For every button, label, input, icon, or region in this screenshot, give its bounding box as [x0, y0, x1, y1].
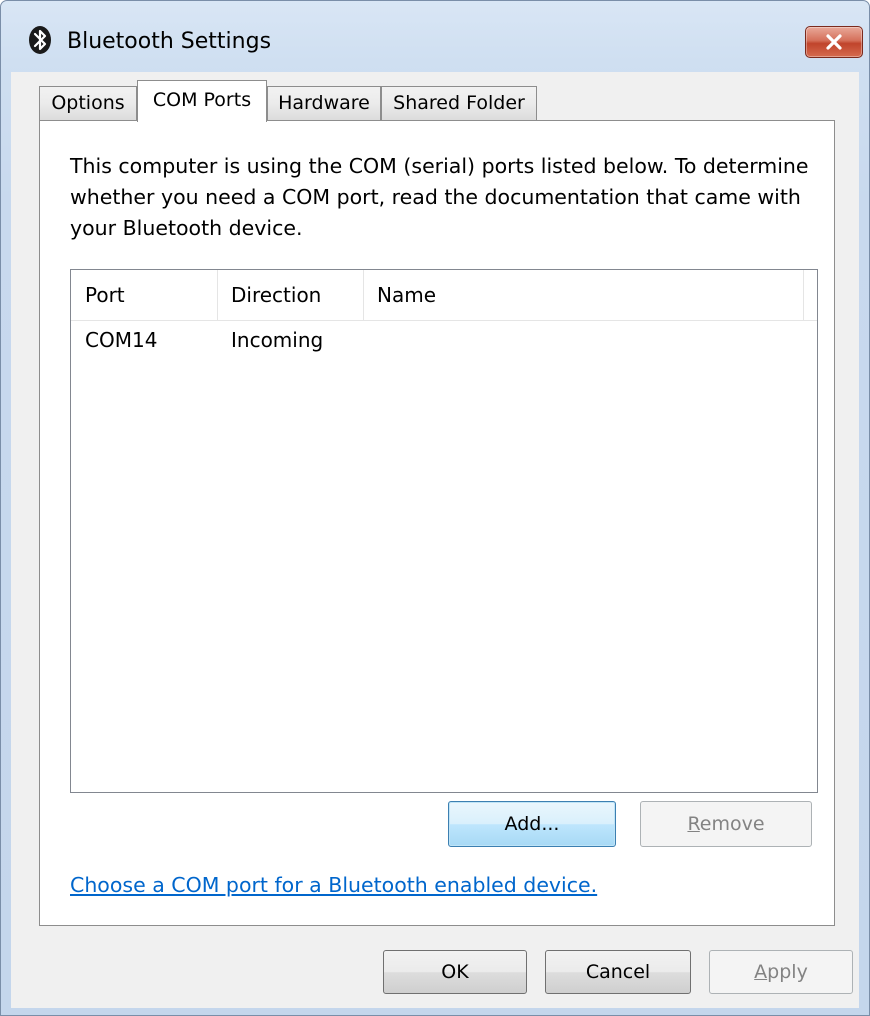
ports-list-header: Port Direction Name	[71, 270, 817, 321]
description-text: This computer is using the COM (serial) …	[70, 154, 809, 240]
column-header-direction[interactable]: Direction	[231, 270, 321, 320]
table-row[interactable]: COM14 Incoming	[71, 322, 817, 362]
port-cell: COM14	[85, 328, 158, 352]
column-separator[interactable]	[803, 270, 804, 320]
tab-hardware[interactable]: Hardware	[267, 86, 381, 120]
tab-com-ports[interactable]: COM Ports	[137, 80, 267, 122]
ok-button[interactable]: OK	[383, 950, 527, 994]
remove-label-rest: emove	[699, 813, 765, 835]
tab-options[interactable]: Options	[39, 86, 137, 120]
dialog-client-area: Options COM Ports Hardware Shared Folder…	[11, 72, 859, 1008]
bluetooth-icon	[27, 25, 53, 55]
bluetooth-settings-window: Bluetooth Settings Options COM Ports Har…	[0, 0, 870, 1016]
ports-list[interactable]: Port Direction Name COM14 Incoming	[70, 269, 818, 793]
apply-label-rest: pply	[767, 961, 808, 983]
window-title: Bluetooth Settings	[67, 29, 272, 54]
com-ports-panel: This computer is using the COM (serial) …	[39, 120, 835, 926]
direction-cell: Incoming	[231, 328, 324, 352]
remove-mnemonic: R	[687, 813, 700, 835]
close-icon	[826, 34, 842, 50]
tab-shared-folder[interactable]: Shared Folder	[381, 86, 537, 120]
title-bar[interactable]: Bluetooth Settings	[1, 1, 869, 71]
column-separator[interactable]	[217, 270, 218, 320]
cancel-button[interactable]: Cancel	[545, 950, 691, 994]
column-header-port[interactable]: Port	[85, 270, 125, 320]
remove-button[interactable]: Remove	[640, 801, 812, 847]
add-button[interactable]: Add...	[448, 801, 616, 847]
apply-mnemonic: A	[754, 961, 768, 983]
column-separator[interactable]	[363, 270, 364, 320]
column-header-name[interactable]: Name	[377, 270, 436, 320]
apply-button[interactable]: Apply	[709, 950, 853, 994]
close-button[interactable]	[805, 26, 863, 58]
choose-com-port-link[interactable]: Choose a COM port for a Bluetooth enable…	[70, 873, 597, 897]
